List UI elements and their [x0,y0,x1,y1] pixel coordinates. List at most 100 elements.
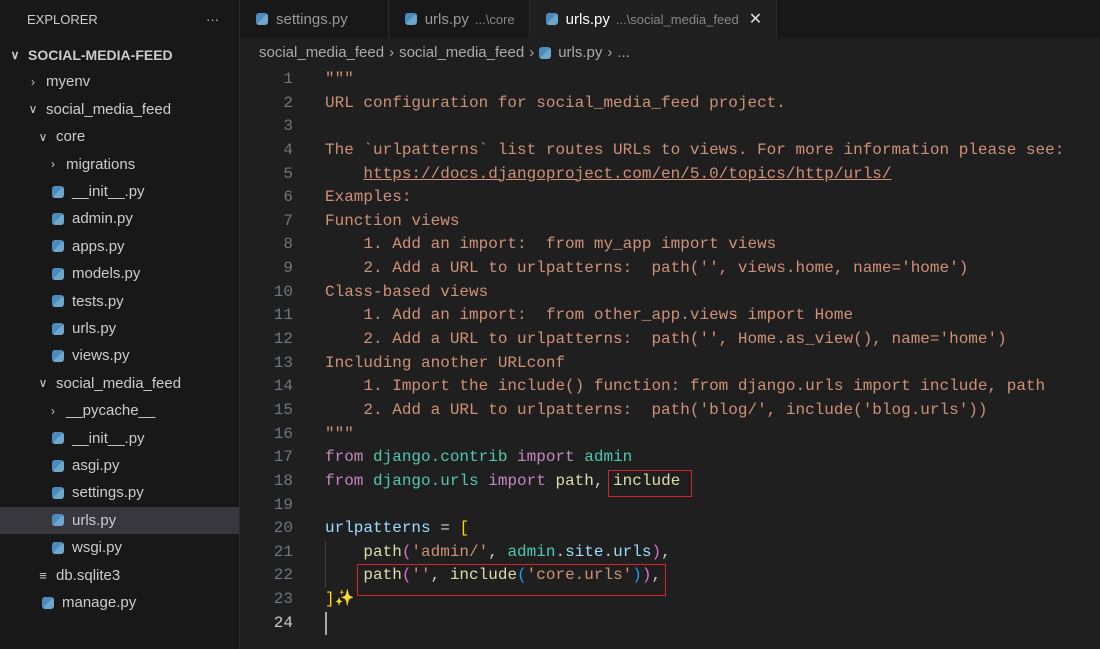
code-editor[interactable]: 1 """ 2 URL configuration for social_media_… [240,68,1100,635]
tree-item-label: __pycache__ [66,402,156,420]
code-token: 1. Add an import: from other_app.views i… [325,306,854,325]
tree-item[interactable]: __init__.py [0,425,239,452]
more-actions-icon[interactable]: ··· [206,12,219,27]
tree-item[interactable]: urls.py [0,315,239,342]
tree-item[interactable]: views.py [0,342,239,369]
tree-item[interactable]: ∨ core [0,123,239,150]
database-file-icon: ≡ [39,567,47,583]
breadcrumb-item[interactable]: ... [617,44,630,61]
tree-item[interactable]: models.py [0,260,239,287]
code-token: urls [613,542,652,561]
explorer-title: EXPLORER [27,11,98,27]
breadcrumb-item[interactable]: social_media_feed [399,44,524,61]
code-token: URL configuration for social_media_feed … [325,93,786,112]
tree-item[interactable]: ∨ social_media_feed [0,370,239,397]
tree-item[interactable]: __init__.py [0,178,239,205]
tree-item-label: SOCIAL-MEDIA-FEED [28,46,173,63]
chevron-down-icon: ∨ [38,129,48,144]
highlight-box-core-urls-path [357,564,666,596]
tree-item-label: views.py [72,347,130,365]
breadcrumb-item[interactable]: urls.py [558,44,602,61]
chevron-down-icon: ∨ [10,47,20,62]
code-token: path [363,542,402,561]
tree-item[interactable]: › myenv [0,68,239,95]
code-token: , [488,542,508,561]
python-file-icon [545,13,558,25]
tree-item-label: social_media_feed [56,374,182,392]
line-number: 3 [283,117,293,136]
python-file-icon [256,13,268,25]
code-line: 24 [240,611,1100,636]
tree-item[interactable]: apps.py [0,233,239,260]
tab-description: ...\social_media_feed [615,11,739,27]
tree-item[interactable]: urls.py [0,506,239,534]
code-token: django.contrib [373,448,508,467]
line-number: 15 [273,400,293,419]
tree-item-label: asgi.py [72,457,120,474]
tab-label: urls.py [424,10,469,28]
tree-item[interactable]: asgi.py [0,452,239,479]
tree-item[interactable]: admin.py [0,205,239,232]
line-number: 1 [283,70,293,88]
chevron-right-icon: › [51,157,55,172]
breadcrumb-separator: › [607,44,613,61]
code-line: 7 Function views [240,210,1100,234]
code-token: . [603,542,614,561]
code-token: , [661,542,671,561]
tab-label: urls.py [565,10,610,28]
tab-description: ...\core [474,11,515,27]
tree-item[interactable]: manage.py [0,589,239,616]
python-file-icon [52,267,64,280]
code-token: from [325,471,364,490]
tree-item-label: urls.py [72,511,117,529]
python-file-icon [42,596,54,609]
code-token: Examples: [325,188,412,207]
line-number: 21 [273,542,293,561]
tree-item[interactable]: wsgi.py [0,534,239,561]
code-token: 1. Add an import: from my_app import vie… [325,235,777,254]
close-icon[interactable]: ✕ [749,9,762,29]
python-file-icon [52,349,64,362]
tree-item[interactable]: ∨ SOCIAL-MEDIA-FEED [0,41,239,68]
code-line: 10 Class-based views [240,281,1100,305]
line-number: 9 [283,259,293,278]
docs-link[interactable]: https://docs.djangoproject.com/en/5.0/to… [363,165,891,183]
code-token: 2. Add a URL to urlpatterns: path('blog/… [325,400,988,419]
breadcrumb-separator: › [529,44,535,61]
tree-item[interactable]: ∨ social_media_feed [0,96,239,123]
breadcrumb-item[interactable]: social_media_feed [259,44,384,61]
code-line: 14 1. Import the include() function: fro… [240,375,1100,399]
python-file-icon [52,459,64,472]
tree-item[interactable]: › migrations [0,151,239,178]
tree-item[interactable]: ≡ db.sqlite3 [0,562,239,589]
code-line: 20 urlpatterns = [ [240,517,1100,541]
line-number: 5 [283,164,293,183]
python-file-icon [52,185,64,198]
tree-item-label: core [56,128,86,146]
line-number: 8 [283,235,293,254]
line-number: 10 [273,282,293,301]
line-number: 2 [283,93,293,112]
editor-tabs: settings.py urls.py ...\core urls.py ...\soc… [240,0,1100,38]
tab-urls-py[interactable]: urls.py ...\core [388,0,530,38]
tree-item[interactable]: settings.py [0,479,239,506]
code-line: 17 from django.contrib import admin [240,446,1100,470]
line-number: 12 [273,330,293,349]
tab-urls-py[interactable]: urls.py ...\social_media_feed ✕ [529,0,778,38]
code-line: 19 [240,494,1100,518]
tree-item[interactable]: › __pycache__ [0,397,239,424]
python-file-icon [52,514,64,527]
chevron-down-icon: ∨ [28,102,38,117]
tab-settings-py[interactable]: settings.py [240,0,389,38]
code-token: from [325,448,364,467]
tree-item-label: settings.py [72,484,144,502]
tree-item-label: urls.py [72,320,117,337]
python-file-icon [52,486,64,499]
tree-item-label: tests.py [72,292,124,310]
code-token: urlpatterns [325,519,431,538]
tree-item[interactable]: tests.py [0,288,239,315]
